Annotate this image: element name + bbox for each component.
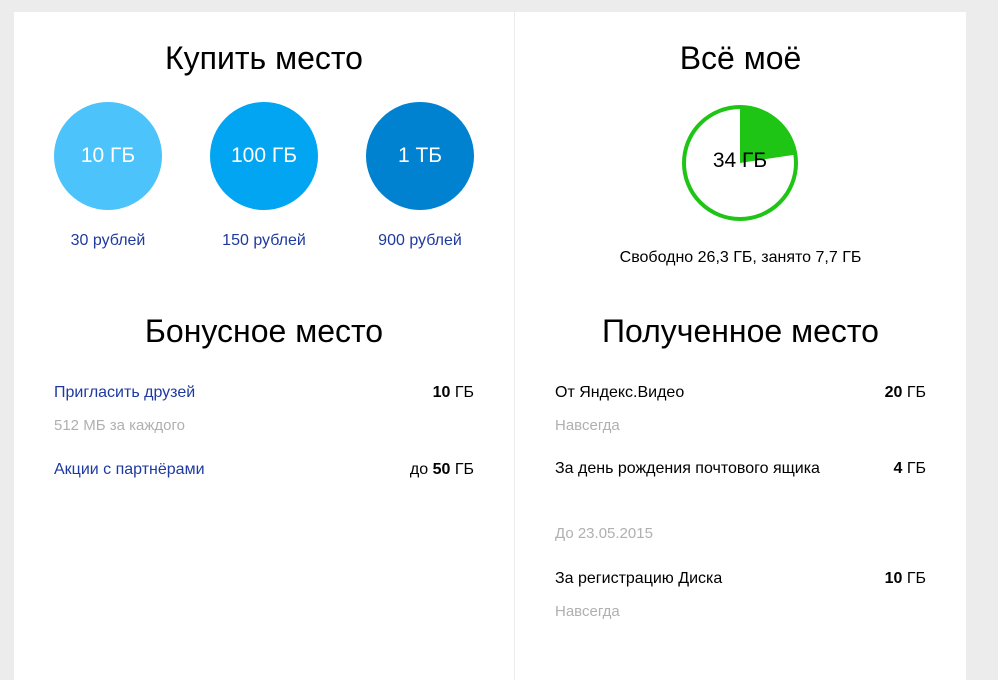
partner-promos-amount-unit: ГБ [454,461,474,478]
received-item-amount-unit: ГБ [906,570,926,587]
received-item-amount-number: 10 [884,570,903,587]
buy-10gb-price-link[interactable]: 30 рублей [38,232,178,250]
storage-total: 34 ГБ [712,149,768,172]
partner-promos-link[interactable]: Акции с партнёрами [54,453,205,486]
received-item-label: За регистрацию Диска [555,570,723,587]
buy-10gb-size: 10 ГБ [80,144,136,167]
invite-friends-amount-number: 10 [432,384,451,401]
invite-friends-amount: 10 ГБ [433,384,474,402]
partner-promos-amount: до 50 ГБ [410,461,474,479]
invite-friends-link[interactable]: Пригласить друзей [54,376,195,409]
buy-100gb-button[interactable]: 100 ГБ [210,102,318,210]
storage-usage-text: Свободно 26,3 ГБ, занято 7,7 ГБ [619,249,862,266]
bonus-space-title: Бонусное место [144,313,384,349]
received-item-amount: 4 ГБ [893,460,926,478]
received-space-title: Полученное место [602,313,879,349]
invite-friends-note: 512 МБ за каждого [54,417,185,434]
received-item-note: Навсегда [555,603,620,620]
received-item-label: За день рождения почтового ящика [555,460,820,477]
partner-promos-amount-number: 50 [432,461,451,478]
received-item-amount-number: 4 [893,460,903,477]
my-space-title: Всё моё [679,40,802,76]
buy-1tb-price-link[interactable]: 900 рублей [350,232,490,250]
buy-10gb-button[interactable]: 10 ГБ [54,102,162,210]
buy-100gb-price-link[interactable]: 150 рублей [194,232,334,250]
buy-1tb-size: 1 ТБ [397,144,443,167]
received-item-amount-number: 20 [884,384,903,401]
storage-usage-chart: 34 ГБ [681,104,799,222]
buy-1tb-button[interactable]: 1 ТБ [366,102,474,210]
invite-friends-amount-unit: ГБ [454,384,474,401]
received-item-amount: 10 ГБ [885,570,926,588]
received-item-label: От Яндекс.Видео [555,384,685,401]
partner-promos-amount-prefix: до [409,461,429,478]
buy-100gb-size: 100 ГБ [230,144,298,167]
buy-space-title: Купить место [165,40,363,76]
received-item-amount-unit: ГБ [906,384,926,401]
received-item-note: Навсегда [555,417,620,434]
received-item-amount-unit: ГБ [906,460,926,477]
received-item-note: До 23.05.2015 [555,525,653,542]
right-panel: Всё моё 34 ГБ Свободно 26,3 ГБ, занято 7… [515,12,966,680]
left-panel: Купить место 10 ГБ 100 ГБ 1 ТБ 30 рублей… [14,12,514,680]
received-item-amount: 20 ГБ [885,384,926,402]
